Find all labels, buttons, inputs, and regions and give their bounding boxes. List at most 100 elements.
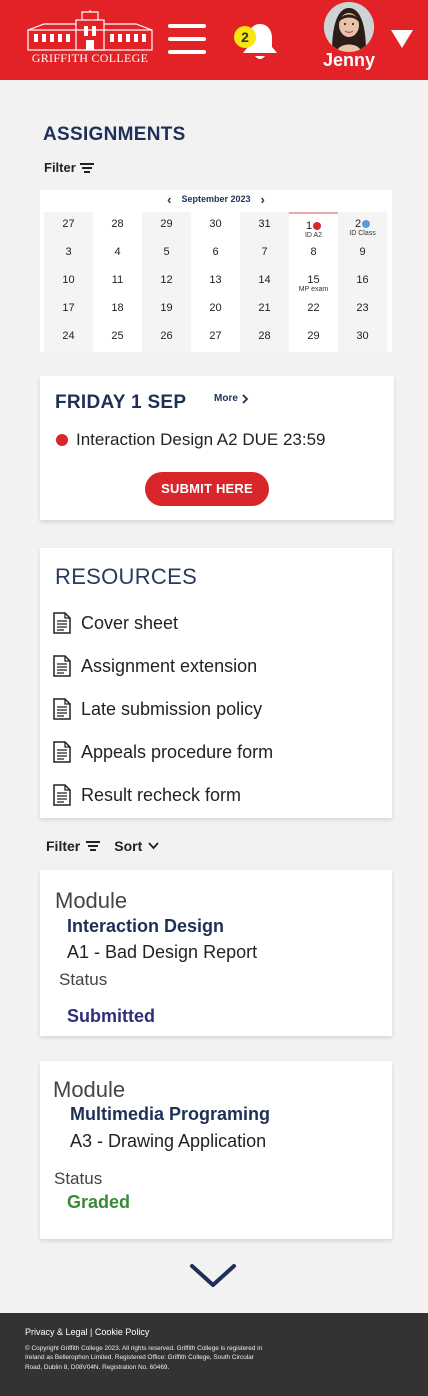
filter-label: Filter (44, 160, 76, 175)
sort-button[interactable]: Sort (114, 838, 159, 854)
calendar-day[interactable]: 31 (240, 212, 289, 240)
filter-button[interactable]: Filter (46, 838, 101, 854)
event-note: ID Class (349, 230, 376, 237)
calendar-day[interactable]: 24 (44, 324, 93, 352)
calendar-day[interactable]: 15 MP exam (289, 268, 338, 296)
calendar-day[interactable]: 30 (338, 324, 387, 352)
calendar-day[interactable]: 22 (289, 296, 338, 324)
document-icon (53, 612, 71, 634)
calendar-filter-button[interactable]: Filter (44, 160, 94, 175)
user-name[interactable]: Jenny (312, 50, 386, 71)
status-label: Status (54, 1169, 103, 1188)
day-number: 15 (307, 274, 320, 286)
day-number: 24 (62, 330, 75, 342)
selected-day-title: FRIDAY 1 SEP (55, 392, 187, 413)
calendar-day[interactable]: 17 (44, 296, 93, 324)
calendar-day[interactable]: 7 (240, 240, 289, 268)
document-icon (53, 784, 71, 806)
submit-button[interactable]: SUBMIT HERE (145, 472, 269, 506)
calendar-day[interactable]: 3 (44, 240, 93, 268)
day-number: 28 (258, 330, 271, 342)
more-link[interactable]: More (214, 393, 249, 404)
resource-label: Result recheck form (81, 784, 242, 805)
calendar-day[interactable]: 1 ID A2 (289, 212, 338, 240)
calendar: ‹ September 2023 › 27 28 29 30 31 1 ID A2 2 ID C… (40, 190, 392, 352)
calendar-day[interactable]: 29 (289, 324, 338, 352)
calendar-day[interactable]: 16 (338, 268, 387, 296)
calendar-day[interactable]: 19 (142, 296, 191, 324)
day-number: 29 (160, 218, 173, 230)
scroll-down-icon[interactable] (189, 1262, 237, 1290)
status-badge: Graded (67, 1192, 131, 1212)
calendar-day[interactable]: 21 (240, 296, 289, 324)
filter-icon (86, 841, 101, 851)
filter-label: Filter (46, 838, 81, 854)
footer-links[interactable]: Privacy & Legal | Cookie Policy (25, 1327, 149, 1337)
avatar[interactable] (324, 2, 374, 52)
day-number: 13 (209, 274, 222, 286)
chevron-down-icon (148, 842, 159, 850)
calendar-day[interactable]: 14 (240, 268, 289, 296)
calendar-day[interactable]: 26 (142, 324, 191, 352)
calendar-day[interactable]: 28 (93, 212, 142, 240)
calendar-day[interactable]: 30 (191, 212, 240, 240)
calendar-day[interactable]: 11 (93, 268, 142, 296)
resources-card: RESOURCES Cover sheet Assignment extensi… (40, 548, 392, 818)
calendar-day[interactable]: 25 (93, 324, 142, 352)
calendar-week: 27 28 29 30 31 1 ID A2 2 ID Class (44, 212, 388, 240)
calendar-day[interactable]: 18 (93, 296, 142, 324)
day-number: 23 (356, 302, 369, 314)
prev-month-icon[interactable]: ‹ (167, 193, 171, 206)
calendar-day[interactable]: 29 (142, 212, 191, 240)
menu-icon[interactable] (168, 24, 208, 58)
calendar-day[interactable]: 9 (338, 240, 387, 268)
calendar-month: September 2023 (181, 194, 251, 204)
calendar-day[interactable]: 8 (289, 240, 338, 268)
filter-icon (79, 162, 94, 173)
resource-link[interactable]: Late submission policy (53, 698, 262, 720)
calendar-day[interactable]: 12 (142, 268, 191, 296)
day-number: 7 (261, 246, 268, 258)
day-number: 19 (160, 302, 173, 314)
module-label: Module (55, 888, 128, 913)
assignment-name: A3 - Drawing Application (70, 1131, 267, 1151)
resource-link[interactable]: Appeals procedure form (53, 741, 273, 763)
day-number: 5 (163, 246, 170, 258)
page-title: ASSIGNMENTS (43, 124, 186, 145)
calendar-day[interactable]: 23 (338, 296, 387, 324)
due-item[interactable]: Interaction Design A2 DUE 23:59 (56, 430, 325, 450)
griffith-college-logo[interactable]: GRIFFITH COLLEGE (24, 10, 156, 66)
module-card[interactable]: Module Interaction Design A1 - Bad Desig… (40, 870, 392, 1036)
logo-text: GRIFFITH COLLEGE (31, 51, 149, 65)
resource-link[interactable]: Assignment extension (53, 655, 257, 677)
day-number: 9 (359, 246, 366, 258)
calendar-week: 10 11 12 13 14 15 MP exam 16 (44, 268, 388, 296)
event-note: ID A2 (304, 232, 323, 239)
calendar-day[interactable]: 27 (191, 324, 240, 352)
resource-label: Assignment extension (81, 655, 258, 676)
event-dot-icon (362, 220, 371, 229)
calendar-day[interactable]: 6 (191, 240, 240, 268)
calendar-day[interactable]: 10 (44, 268, 93, 296)
calendar-week: 24 25 26 27 28 29 30 (44, 324, 388, 352)
day-number: 22 (307, 302, 320, 314)
status-label: Status (59, 970, 108, 989)
module-card[interactable]: Module Multimedia Programing A3 - Drawin… (40, 1061, 392, 1239)
resource-link[interactable]: Cover sheet (53, 612, 178, 634)
account-dropdown-icon[interactable] (391, 30, 413, 48)
resource-link[interactable]: Result recheck form (53, 784, 241, 806)
day-number: 21 (258, 302, 271, 314)
calendar-day[interactable]: 5 (142, 240, 191, 268)
chevron-right-icon (242, 393, 249, 404)
calendar-day[interactable]: 28 (240, 324, 289, 352)
calendar-header: ‹ September 2023 › (40, 190, 392, 208)
next-month-icon[interactable]: › (261, 193, 265, 206)
calendar-day[interactable]: 4 (93, 240, 142, 268)
day-number: 25 (111, 330, 124, 342)
status-badge: Submitted (67, 1006, 155, 1026)
day-number: 27 (62, 218, 75, 230)
calendar-day[interactable]: 20 (191, 296, 240, 324)
calendar-day[interactable]: 27 (44, 212, 93, 240)
calendar-day[interactable]: 2 ID Class (338, 212, 387, 240)
calendar-day[interactable]: 13 (191, 268, 240, 296)
